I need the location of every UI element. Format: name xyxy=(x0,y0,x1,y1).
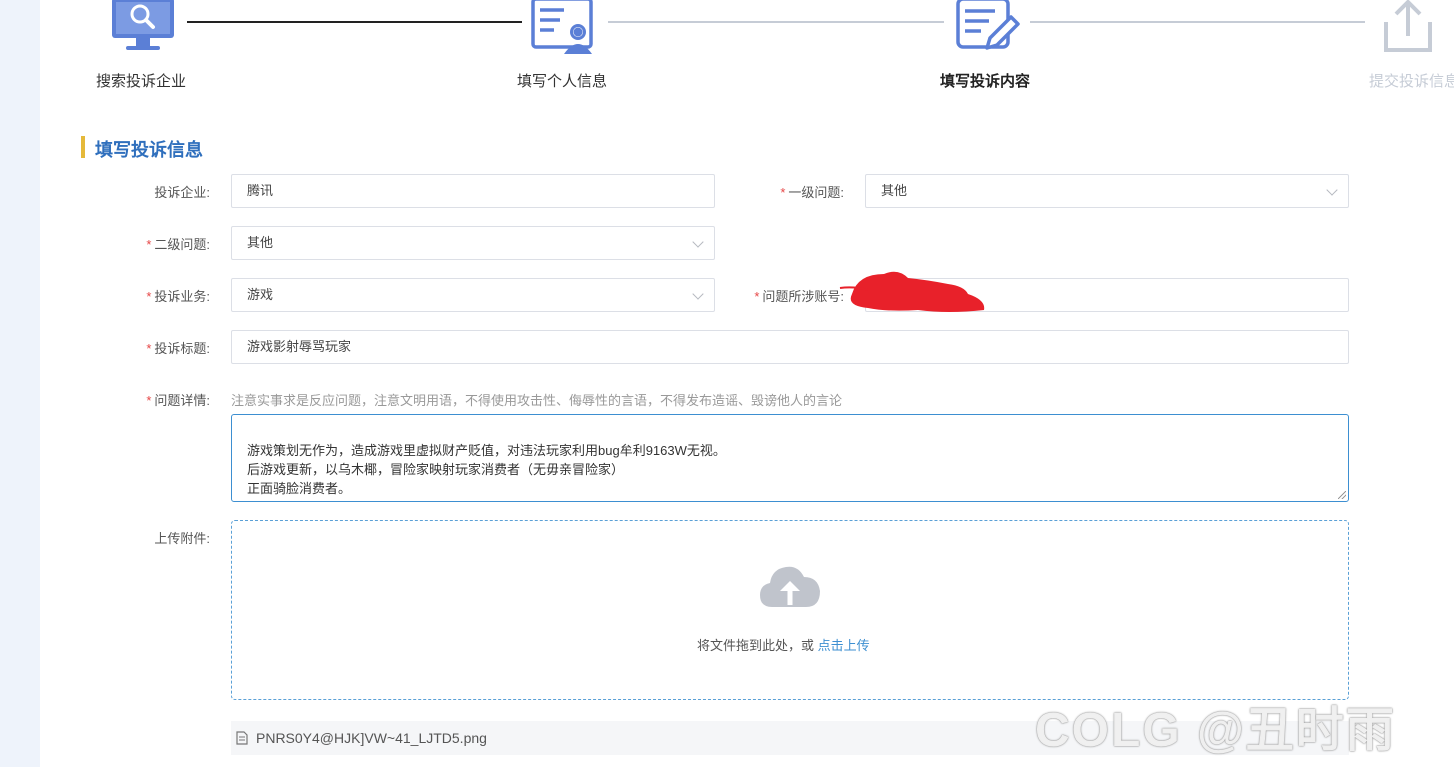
title-input[interactable]: 游戏影射辱骂玩家 xyxy=(231,330,1349,364)
section-title: 填写投诉信息 xyxy=(95,140,203,160)
chevron-down-icon xyxy=(692,288,704,300)
uploaded-file-name: PNRS0Y4@HJK]VW~41_LJTD5.png xyxy=(256,730,487,746)
company-input[interactable]: 腾讯 xyxy=(231,174,715,208)
chevron-down-icon xyxy=(692,236,704,248)
upload-dropzone[interactable]: 将文件拖到此处，或 点击上传 xyxy=(231,520,1349,700)
level1-label: * 一级问题: xyxy=(780,185,844,200)
complaint-page: 搜索投诉企业 填写个人信息 填写投诉内容 提交投诉信息 填写投诉信息 投诉企业:… xyxy=(40,0,1454,767)
resize-handle-icon[interactable] xyxy=(1338,491,1346,499)
step-connector-1 xyxy=(187,21,522,23)
cloud-upload-icon xyxy=(760,566,820,607)
edit-document-icon xyxy=(956,0,1020,50)
watermark: COLG @丑时雨 xyxy=(1035,704,1396,757)
attachment-label: 上传附件: xyxy=(154,531,210,546)
chevron-down-icon xyxy=(1326,184,1338,196)
level1-select[interactable]: 其他 xyxy=(865,174,1349,208)
account-label: * 问题所涉账号: xyxy=(754,289,844,304)
details-textarea[interactable]: 游戏策划无作为，造成游戏里虚拟财产贬值，对违法玩家利用bug牟利9163W无视。… xyxy=(231,414,1349,502)
click-upload-link[interactable]: 点击上传 xyxy=(818,638,870,653)
details-label: * 问题详情: xyxy=(146,393,210,408)
upload-share-icon xyxy=(1384,0,1432,52)
level2-select[interactable]: 其他 xyxy=(231,226,715,260)
upload-instructions: 将文件拖到此处，或 点击上传 xyxy=(697,638,870,653)
level2-label: * 二级问题: xyxy=(146,237,210,252)
business-select[interactable]: 游戏 xyxy=(231,278,715,312)
details-hint: 注意实事求是反应问题，注意文明用语，不得使用攻击性、侮辱性的言语，不得发布造谣、… xyxy=(231,393,843,408)
title-label: * 投诉标题: xyxy=(146,341,210,356)
document-icon xyxy=(236,731,248,745)
monitor-search-icon xyxy=(112,0,174,50)
company-label: 投诉企业: xyxy=(154,185,210,200)
step-connector-3 xyxy=(1030,21,1365,23)
redaction-scribble xyxy=(839,271,985,312)
section-accent-bar xyxy=(81,136,85,158)
id-card-user-icon xyxy=(531,0,593,54)
step-connector-2 xyxy=(608,21,944,23)
business-label: * 投诉业务: xyxy=(146,289,210,304)
